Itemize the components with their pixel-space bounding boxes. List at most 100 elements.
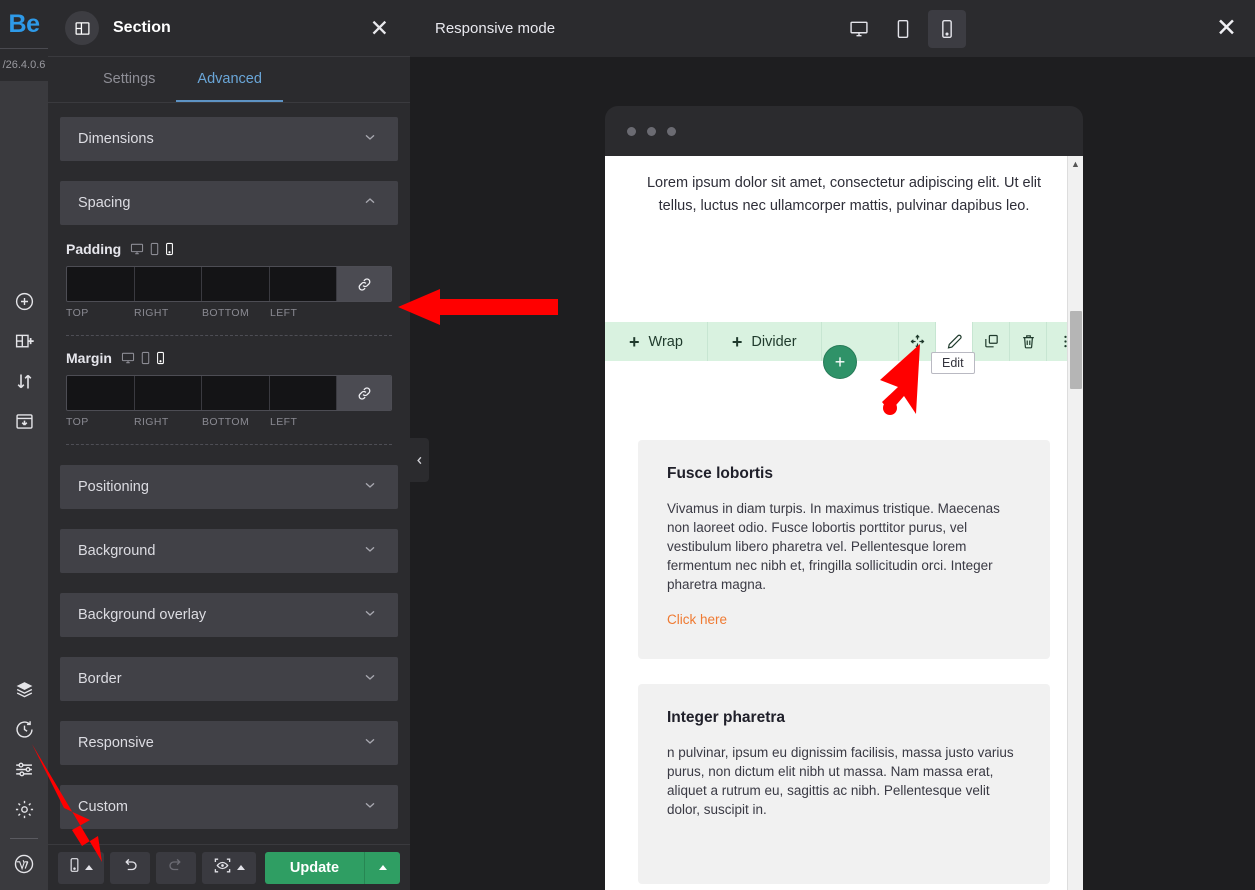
margin-device-toggles: [121, 351, 165, 365]
icon-rail: Be /26.4.0.6: [0, 0, 48, 890]
bottom-toolbar: Update: [48, 844, 410, 890]
margin-inputs: [66, 375, 392, 411]
accordion-custom[interactable]: Custom: [60, 785, 398, 829]
margin-field-header: Margin: [66, 350, 392, 366]
desktop-icon[interactable]: [840, 10, 878, 48]
add-divider-button[interactable]: + Divider: [708, 322, 822, 361]
window-dot: [627, 126, 636, 136]
padding-top-input[interactable]: [67, 267, 135, 301]
accordion-label: Background overlay: [78, 607, 207, 623]
accordion-positioning[interactable]: Positioning: [60, 465, 398, 509]
padding-inputs: [66, 266, 392, 302]
desktop-icon[interactable]: [130, 242, 144, 256]
update-button[interactable]: Update: [265, 851, 400, 884]
spacing-controls: Padding TOP RIGHT BOTTOM LEFT Margin TOP…: [60, 225, 398, 465]
chevron-down-icon: [362, 605, 378, 626]
mobile-icon[interactable]: [165, 242, 174, 256]
chevron-down-icon: [362, 733, 378, 754]
accordion-background-overlay[interactable]: Background overlay: [60, 593, 398, 637]
preview-canvas: Lorem ipsum dolor sit amet, consectetur …: [410, 57, 1255, 890]
margin-left-input[interactable]: [269, 376, 337, 410]
padding-left-input[interactable]: [269, 267, 337, 301]
add-section-icon[interactable]: [0, 321, 48, 361]
history-icon[interactable]: [0, 709, 48, 749]
accordion-border[interactable]: Border: [60, 657, 398, 701]
redo-button[interactable]: [156, 851, 196, 884]
global-settings-icon[interactable]: [0, 749, 48, 789]
panel-collapse-handle[interactable]: [410, 438, 429, 482]
reorder-icon[interactable]: [0, 361, 48, 401]
mobile-icon[interactable]: [928, 9, 967, 48]
preview-scrollbar[interactable]: ▲ ▼: [1067, 156, 1083, 890]
duplicate-icon[interactable]: [972, 322, 1009, 361]
accordion-label: Responsive: [78, 735, 154, 751]
responsive-device-group: [840, 9, 967, 48]
layers-icon[interactable]: [0, 669, 48, 709]
plus-icon: +: [731, 331, 743, 352]
caret-up-icon: [378, 865, 387, 870]
update-options-caret[interactable]: [364, 851, 400, 884]
delete-trash-icon[interactable]: [1009, 322, 1046, 361]
padding-bottom-input[interactable]: [202, 267, 270, 301]
padding-right-input[interactable]: [134, 267, 202, 301]
padding-label-top: TOP: [66, 307, 89, 319]
add-section-fab[interactable]: +: [823, 345, 857, 379]
close-icon[interactable]: ✕: [366, 16, 393, 40]
preview-button[interactable]: [202, 851, 256, 884]
section-icon: [65, 11, 99, 45]
accordion-background[interactable]: Background: [60, 529, 398, 573]
padding-label-left: LEFT: [270, 307, 298, 319]
chevron-down-icon: [362, 477, 378, 498]
rail-divider: [10, 838, 38, 839]
tablet-icon[interactable]: [140, 351, 151, 365]
caret-up-icon: [85, 865, 93, 870]
content-card[interactable]: Integer pharetra n pulvinar, ipsum eu di…: [638, 683, 1050, 884]
accordion-responsive[interactable]: Responsive: [60, 721, 398, 765]
preview-eye-icon: [213, 856, 232, 880]
add-divider-label: Divider: [751, 333, 797, 350]
margin-top-input[interactable]: [67, 376, 135, 410]
close-icon[interactable]: ✕: [1216, 16, 1237, 41]
content-card[interactable]: Fusce lobortis Vivamus in diam turpis. I…: [638, 439, 1050, 659]
device-selector-button[interactable]: [58, 851, 104, 884]
desktop-icon[interactable]: [121, 351, 135, 365]
accordion-dimensions[interactable]: Dimensions: [60, 117, 398, 161]
scrollbar-thumb[interactable]: [1070, 311, 1082, 389]
panel-body: Dimensions Spacing Padding TOP RIGHT BOT…: [48, 103, 410, 844]
window-dot: [647, 126, 656, 136]
move-icon[interactable]: [898, 322, 935, 361]
caret-up-icon: [237, 865, 245, 870]
card-title: Fusce lobortis: [667, 464, 773, 482]
mobile-icon[interactable]: [156, 351, 165, 365]
add-wrap-button[interactable]: + Wrap: [605, 322, 708, 361]
edit-tooltip: Edit: [931, 352, 975, 374]
panel-tabs: Settings Advanced: [48, 57, 410, 103]
tab-advanced[interactable]: Advanced: [176, 57, 283, 102]
card-body: Vivamus in diam turpis. In maximus trist…: [667, 500, 1000, 593]
padding-link-icon[interactable]: [337, 267, 391, 301]
margin-bottom-input[interactable]: [202, 376, 270, 410]
add-element-icon[interactable]: [0, 281, 48, 321]
undo-button[interactable]: [110, 851, 150, 884]
margin-label-top: TOP: [66, 416, 89, 428]
accordion-label: Custom: [78, 799, 128, 815]
window-dot: [667, 126, 676, 136]
wordpress-icon[interactable]: [0, 844, 48, 884]
device-screen: Lorem ipsum dolor sit amet, consectetur …: [605, 156, 1083, 890]
scroll-up-arrow-icon[interactable]: ▲: [1068, 156, 1083, 171]
tablet-icon[interactable]: [149, 242, 160, 256]
margin-right-input[interactable]: [134, 376, 202, 410]
tablet-icon[interactable]: [884, 10, 922, 48]
settings-gear-icon[interactable]: [0, 789, 48, 829]
margin-label-left: LEFT: [270, 416, 298, 428]
padding-label-bottom: BOTTOM: [202, 307, 250, 319]
chevron-down-icon: [362, 541, 378, 562]
add-wrap-label: Wrap: [648, 333, 683, 350]
margin-link-icon[interactable]: [337, 376, 391, 410]
accordion-spacing[interactable]: Spacing: [60, 181, 398, 225]
save-template-icon[interactable]: [0, 401, 48, 441]
be-logo[interactable]: Be: [0, 0, 48, 48]
responsive-mode-bar: Responsive mode ✕: [410, 0, 1255, 57]
tab-settings[interactable]: Settings: [82, 57, 176, 102]
card-link[interactable]: Click here: [667, 612, 727, 627]
